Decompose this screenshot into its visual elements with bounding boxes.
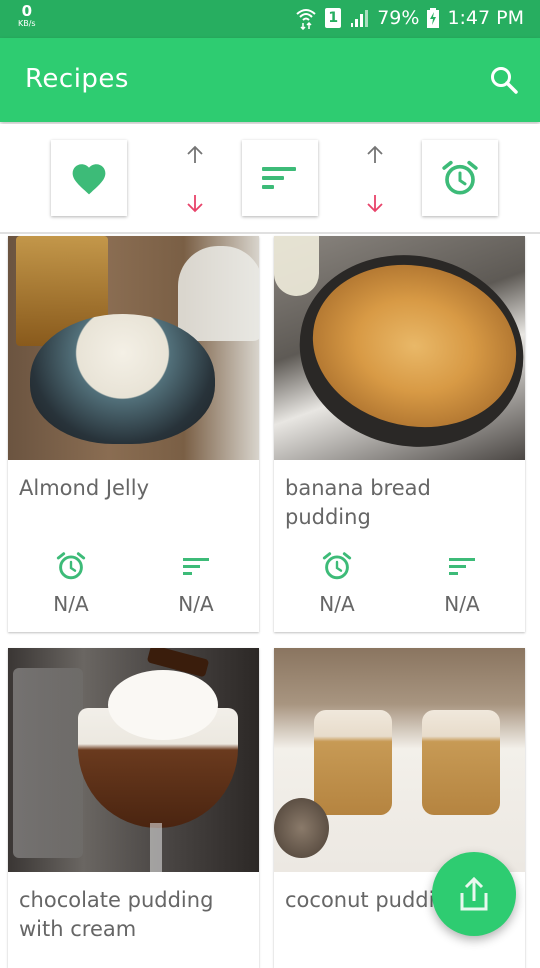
sort-difficulty-button[interactable]	[242, 140, 318, 216]
arrow-down-icon	[367, 195, 383, 213]
sort-time-button[interactable]	[422, 140, 498, 216]
alarm-clock-icon	[56, 552, 86, 580]
sort-icon	[262, 167, 296, 189]
sort-icon	[449, 558, 475, 575]
status-bar: 0 KB/s 1 79% 1:47 PM	[0, 0, 540, 38]
recipe-difficulty: N/A	[146, 550, 246, 616]
share-icon	[460, 876, 488, 911]
recipe-difficulty: N/A	[412, 550, 512, 616]
recipe-card[interactable]: banana bread pudding N/A N/A	[274, 236, 525, 632]
sort-icon	[183, 558, 209, 575]
search-icon	[491, 67, 518, 94]
time-value: N/A	[53, 592, 89, 616]
recipe-image	[8, 236, 259, 460]
recipe-time: N/A	[287, 550, 387, 616]
recipe-image	[274, 236, 525, 460]
search-button[interactable]	[488, 64, 520, 96]
wifi-icon	[295, 6, 317, 30]
recipe-title: banana bread pudding	[285, 476, 431, 529]
recipe-time: N/A	[21, 550, 121, 616]
heart-icon	[72, 164, 106, 195]
battery-percent: 79%	[377, 7, 420, 29]
signal-icon	[349, 8, 369, 28]
arrow-up-icon	[367, 145, 383, 163]
difficulty-value: N/A	[178, 592, 214, 616]
alarm-clock-icon	[322, 552, 352, 580]
difficulty-value: N/A	[444, 592, 480, 616]
recipe-title: Almond Jelly	[19, 476, 150, 500]
recipe-card[interactable]: chocolate pudding with cream	[8, 648, 259, 968]
sort-order-toggle-2[interactable]	[360, 142, 390, 218]
net-speed-value: 0	[21, 2, 33, 20]
clock-time: 1:47 PM	[447, 7, 524, 29]
alarm-clock-icon	[442, 160, 478, 195]
sim-icon: 1	[325, 8, 342, 28]
recipe-card[interactable]: Almond Jelly N/A N/A	[8, 236, 259, 632]
battery-charging-icon	[427, 8, 440, 28]
app-title: Recipes	[25, 64, 129, 94]
network-speed: 0 KB/s	[18, 4, 36, 28]
recipe-title: chocolate pudding with cream	[19, 888, 214, 941]
sort-favorites-button[interactable]	[51, 140, 127, 216]
arrow-down-icon	[187, 195, 203, 213]
recipe-image	[274, 648, 525, 872]
time-value: N/A	[319, 592, 355, 616]
arrow-up-icon	[187, 145, 203, 163]
net-speed-unit: KB/s	[18, 19, 36, 28]
app-bar: Recipes	[0, 38, 540, 122]
recipe-image	[8, 648, 259, 872]
sort-bar	[0, 124, 540, 234]
sort-order-toggle-1[interactable]	[180, 142, 210, 218]
share-fab-button[interactable]	[432, 852, 516, 936]
